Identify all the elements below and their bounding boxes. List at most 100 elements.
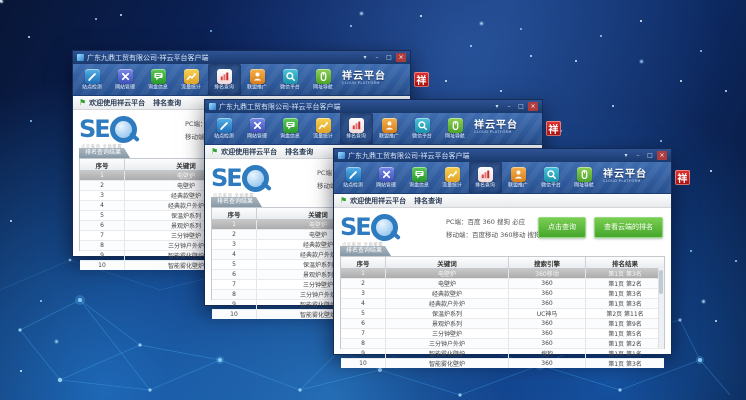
chat-bubble-icon xyxy=(283,118,298,133)
cell-keyword: 电壁炉 xyxy=(385,279,508,288)
window-titlebar[interactable]: 广东九鼎工贸有限公司-祥云平台客户端 ▾ – □ × xyxy=(73,51,410,64)
toolbar-item-promotion[interactable]: 联盟推广 xyxy=(502,162,535,193)
maximize-button[interactable]: □ xyxy=(384,53,394,62)
cell-serial: 1 xyxy=(341,269,385,278)
toolbar-item-traffic[interactable]: 流量统计 xyxy=(436,162,469,193)
toolbar-item-site-check[interactable]: 站点检测 xyxy=(208,113,241,144)
cell-rank: 第1页 第5名 xyxy=(585,329,664,338)
tab-rank-results[interactable]: 排名查询结果 xyxy=(211,197,262,207)
minimize-button[interactable]: – xyxy=(504,102,514,111)
cell-serial: 10 xyxy=(341,359,385,368)
cell-engine: 360移动 xyxy=(508,269,585,278)
cell-rank: 第1页 第2名 xyxy=(585,279,664,288)
cell-keyword: 三分钟户外炉 xyxy=(385,339,508,348)
toolbar-item-site-check[interactable]: 站点检测 xyxy=(76,64,109,95)
toolbar-item-inquiry[interactable]: 询盘信息 xyxy=(403,162,436,193)
cell-serial: 8 xyxy=(80,241,124,250)
table-row[interactable]: 7 三分钟壁炉 360 第1页 第5名 xyxy=(341,329,664,339)
scrollbar-thumb[interactable] xyxy=(659,270,663,294)
table-scrollbar[interactable] xyxy=(658,268,664,348)
cell-serial: 7 xyxy=(341,329,385,338)
tab-rank-results[interactable]: 排名查询结果 xyxy=(79,148,130,158)
brand-name: 祥云平台 xyxy=(603,169,672,180)
pencil-icon xyxy=(346,167,361,182)
toolbar-item-promotion[interactable]: 联盟推广 xyxy=(241,64,274,95)
seo-slogan: 点击查询 全面掌握 xyxy=(213,191,254,197)
cell-serial: 10 xyxy=(80,261,124,270)
table-row[interactable]: 4 经典款户外炉 360 第1页 第3名 xyxy=(341,299,664,309)
header-keyword: 关键词 xyxy=(385,257,508,268)
bar-chart-icon xyxy=(217,69,232,84)
seo-logo-text: SE xyxy=(340,215,370,239)
skin-button[interactable]: ▾ xyxy=(492,102,502,111)
cell-engine: 360 xyxy=(508,339,585,348)
section-title: 排名查询 xyxy=(414,196,442,206)
flag-icon: ⚑ xyxy=(340,197,347,205)
close-button[interactable]: × xyxy=(528,102,538,111)
toolbar-item-site-nav[interactable]: 网址导航 xyxy=(568,162,601,193)
view-cloud-rank-button[interactable]: 查看云端的排名 xyxy=(594,217,663,238)
toolbar-item-promotion[interactable]: 联盟推广 xyxy=(373,113,406,144)
brand-logo: 祥云平台 CLOUD PLATFORM 祥 xyxy=(340,64,431,95)
brand-seal: 祥 xyxy=(675,170,690,185)
brand-logo: 祥云平台 CLOUD PLATFORM 祥 xyxy=(472,113,563,144)
window-titlebar[interactable]: 广东九鼎工贸有限公司-祥云平台客户端 ▾ – □ × xyxy=(205,100,542,113)
section-title: 排名查询 xyxy=(285,147,313,157)
cell-serial: 8 xyxy=(341,339,385,348)
toolbar-item-rank-query[interactable]: 排名查询 xyxy=(469,162,502,193)
toolbar-items: 站点检测 网站管理 询盘信息 流量统计 xyxy=(208,113,472,144)
minimize-button[interactable]: – xyxy=(633,151,643,160)
table-row[interactable]: 2 电壁炉 360 第1页 第2名 xyxy=(341,279,664,289)
cell-keyword: 智能雾化壁炉 xyxy=(385,349,508,358)
toolbar-item-inquiry[interactable]: 询盘信息 xyxy=(142,64,175,95)
app-icon xyxy=(338,152,345,159)
toolbar-item-traffic[interactable]: 流量统计 xyxy=(175,64,208,95)
close-button[interactable]: × xyxy=(396,53,406,62)
toolbar-item-inquiry[interactable]: 询盘信息 xyxy=(274,113,307,144)
cell-engine: 360 xyxy=(508,299,585,308)
seo-logo: SE 点击查询 全面掌握 xyxy=(340,212,442,242)
cell-serial: 5 xyxy=(341,309,385,318)
toolbar-item-site-nav[interactable]: 网址导航 xyxy=(439,113,472,144)
skin-button[interactable]: ▾ xyxy=(360,53,370,62)
seo-slogan: 点击查询 全面掌握 xyxy=(342,240,383,246)
tab-rank-results[interactable]: 排名查询结果 xyxy=(340,246,391,256)
toolbar-item-site-nav[interactable]: 网址导航 xyxy=(307,64,340,95)
mouse-icon xyxy=(448,118,463,133)
toolbar-item-site-check[interactable]: 站点检测 xyxy=(337,162,370,193)
toolbar-item-rank-query[interactable]: 排名查询 xyxy=(208,64,241,95)
table-row[interactable]: 10 智能雾化壁炉 360 第1页 第3名 xyxy=(341,359,664,368)
minimize-button[interactable]: – xyxy=(372,53,382,62)
toolbar-item-site-manage[interactable]: 网站管理 xyxy=(370,162,403,193)
toolbar-item-site-manage[interactable]: 网站管理 xyxy=(109,64,142,95)
table-row[interactable]: 1 电壁炉 360移动 第1页 第3名 xyxy=(341,269,664,279)
table-row[interactable]: 5 保温炉系列 UC神马 第2页 第11名 xyxy=(341,309,664,319)
skin-button[interactable]: ▾ xyxy=(621,151,631,160)
toolbar-item-site-manage[interactable]: 网站管理 xyxy=(241,113,274,144)
toolbar-item-wechat[interactable]: 微信平台 xyxy=(406,113,439,144)
window-title: 广东九鼎工贸有限公司-祥云平台客户端 xyxy=(348,150,618,162)
maximize-button[interactable]: □ xyxy=(516,102,526,111)
table-row[interactable]: 8 三分钟户外炉 360 第1页 第2名 xyxy=(341,339,664,349)
brand-logo: 祥云平台 CLOUD PLATFORM 祥 xyxy=(601,162,692,193)
maximize-button[interactable]: □ xyxy=(645,151,655,160)
table-row[interactable]: 3 经典款壁炉 360 第1页 第3名 xyxy=(341,289,664,299)
window-titlebar[interactable]: 广东九鼎工贸有限公司-祥云平台客户端 ▾ – □ × xyxy=(334,149,671,162)
table-row[interactable]: 6 景观炉系列 360 第1页 第9名 xyxy=(341,319,664,329)
toolbar-item-traffic[interactable]: 流量统计 xyxy=(307,113,340,144)
chat-bubble-icon xyxy=(151,69,166,84)
toolbar-item-wechat[interactable]: 微信平台 xyxy=(535,162,568,193)
bright-stars xyxy=(0,0,3,3)
cell-keyword: 景观炉系列 xyxy=(385,319,508,328)
toolbar-item-wechat[interactable]: 微信平台 xyxy=(274,64,307,95)
toolbar-item-rank-query[interactable]: 排名查询 xyxy=(340,113,373,144)
table-row[interactable]: 9 智能雾化壁炉 搜狗 第1页 第1名 xyxy=(341,349,664,359)
close-button[interactable]: × xyxy=(657,151,667,160)
header-serial: 序号 xyxy=(212,208,256,219)
query-button[interactable]: 点击查询 xyxy=(538,217,586,238)
mouse-icon xyxy=(577,167,592,182)
cell-serial: 3 xyxy=(341,289,385,298)
person-icon xyxy=(382,118,397,133)
cell-serial: 1 xyxy=(80,171,124,180)
welcome-text: 欢迎使用祥云平台 xyxy=(221,147,277,157)
